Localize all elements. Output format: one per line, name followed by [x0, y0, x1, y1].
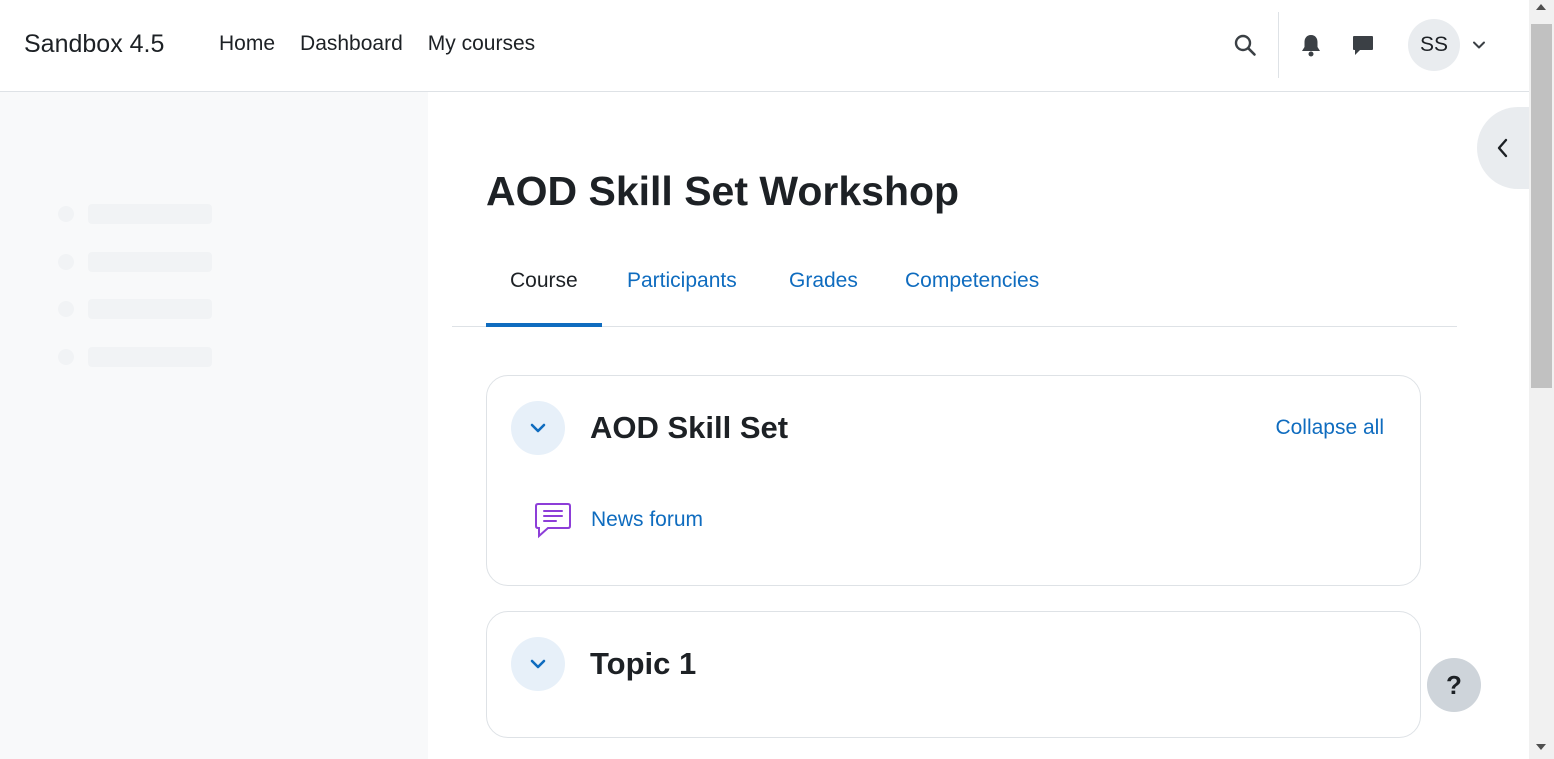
nav-dashboard-link[interactable]: Dashboard: [300, 32, 403, 56]
section-collapse-button[interactable]: [511, 637, 565, 691]
scroll-thumb[interactable]: [1531, 24, 1552, 388]
primary-navigation: Home Dashboard My courses: [219, 32, 535, 56]
news-forum-link[interactable]: News forum: [591, 508, 703, 532]
course-index-drawer: [0, 92, 428, 759]
top-navbar: Sandbox 4.5 Home Dashboard My courses SS: [0, 0, 1529, 92]
placeholder-row: [58, 347, 212, 367]
tab-participants[interactable]: Participants: [603, 236, 761, 326]
course-tabs: Course Participants Grades Competencies: [452, 236, 1457, 327]
collapse-all-link[interactable]: Collapse all: [1275, 416, 1384, 440]
course-section: Topic 1: [486, 611, 1421, 738]
bell-icon: [1302, 35, 1320, 57]
page-scrollbar[interactable]: [1529, 0, 1554, 759]
block-drawer-toggle[interactable]: [1477, 107, 1537, 189]
nav-home-link[interactable]: Home: [219, 32, 275, 56]
course-section: AOD Skill Set Collapse all News forum: [486, 375, 1421, 586]
scroll-down-arrow-icon[interactable]: [1536, 744, 1546, 750]
section-title[interactable]: Topic 1: [590, 646, 696, 682]
chevron-down-icon: [530, 423, 546, 433]
placeholder-row: [58, 252, 212, 272]
tab-competencies[interactable]: Competencies: [881, 236, 1063, 326]
search-button[interactable]: [1228, 28, 1262, 62]
placeholder-row: [58, 204, 212, 224]
section-collapse-button[interactable]: [511, 401, 565, 455]
tab-grades[interactable]: Grades: [765, 236, 882, 326]
chevron-down-icon: [1473, 41, 1485, 49]
scroll-up-arrow-icon[interactable]: [1536, 4, 1546, 10]
search-icon: [1234, 34, 1256, 56]
notifications-button[interactable]: [1296, 28, 1326, 62]
messages-button[interactable]: [1348, 28, 1378, 62]
nav-my-courses-link[interactable]: My courses: [428, 32, 535, 56]
page-title: AOD Skill Set Workshop: [486, 168, 960, 214]
user-menu-toggle[interactable]: [1468, 34, 1490, 56]
chevron-down-icon: [530, 659, 546, 669]
navbar-divider: [1278, 12, 1279, 78]
chat-icon: [1353, 36, 1373, 55]
forum-icon: [533, 500, 573, 540]
help-button[interactable]: ?: [1427, 658, 1481, 712]
activity-item: News forum: [533, 500, 703, 540]
tab-course[interactable]: Course: [486, 236, 602, 327]
chevron-left-icon: [1497, 138, 1508, 158]
section-title[interactable]: AOD Skill Set: [590, 410, 788, 446]
user-avatar[interactable]: SS: [1408, 19, 1460, 71]
site-brand[interactable]: Sandbox 4.5: [24, 30, 164, 59]
placeholder-row: [58, 299, 212, 319]
